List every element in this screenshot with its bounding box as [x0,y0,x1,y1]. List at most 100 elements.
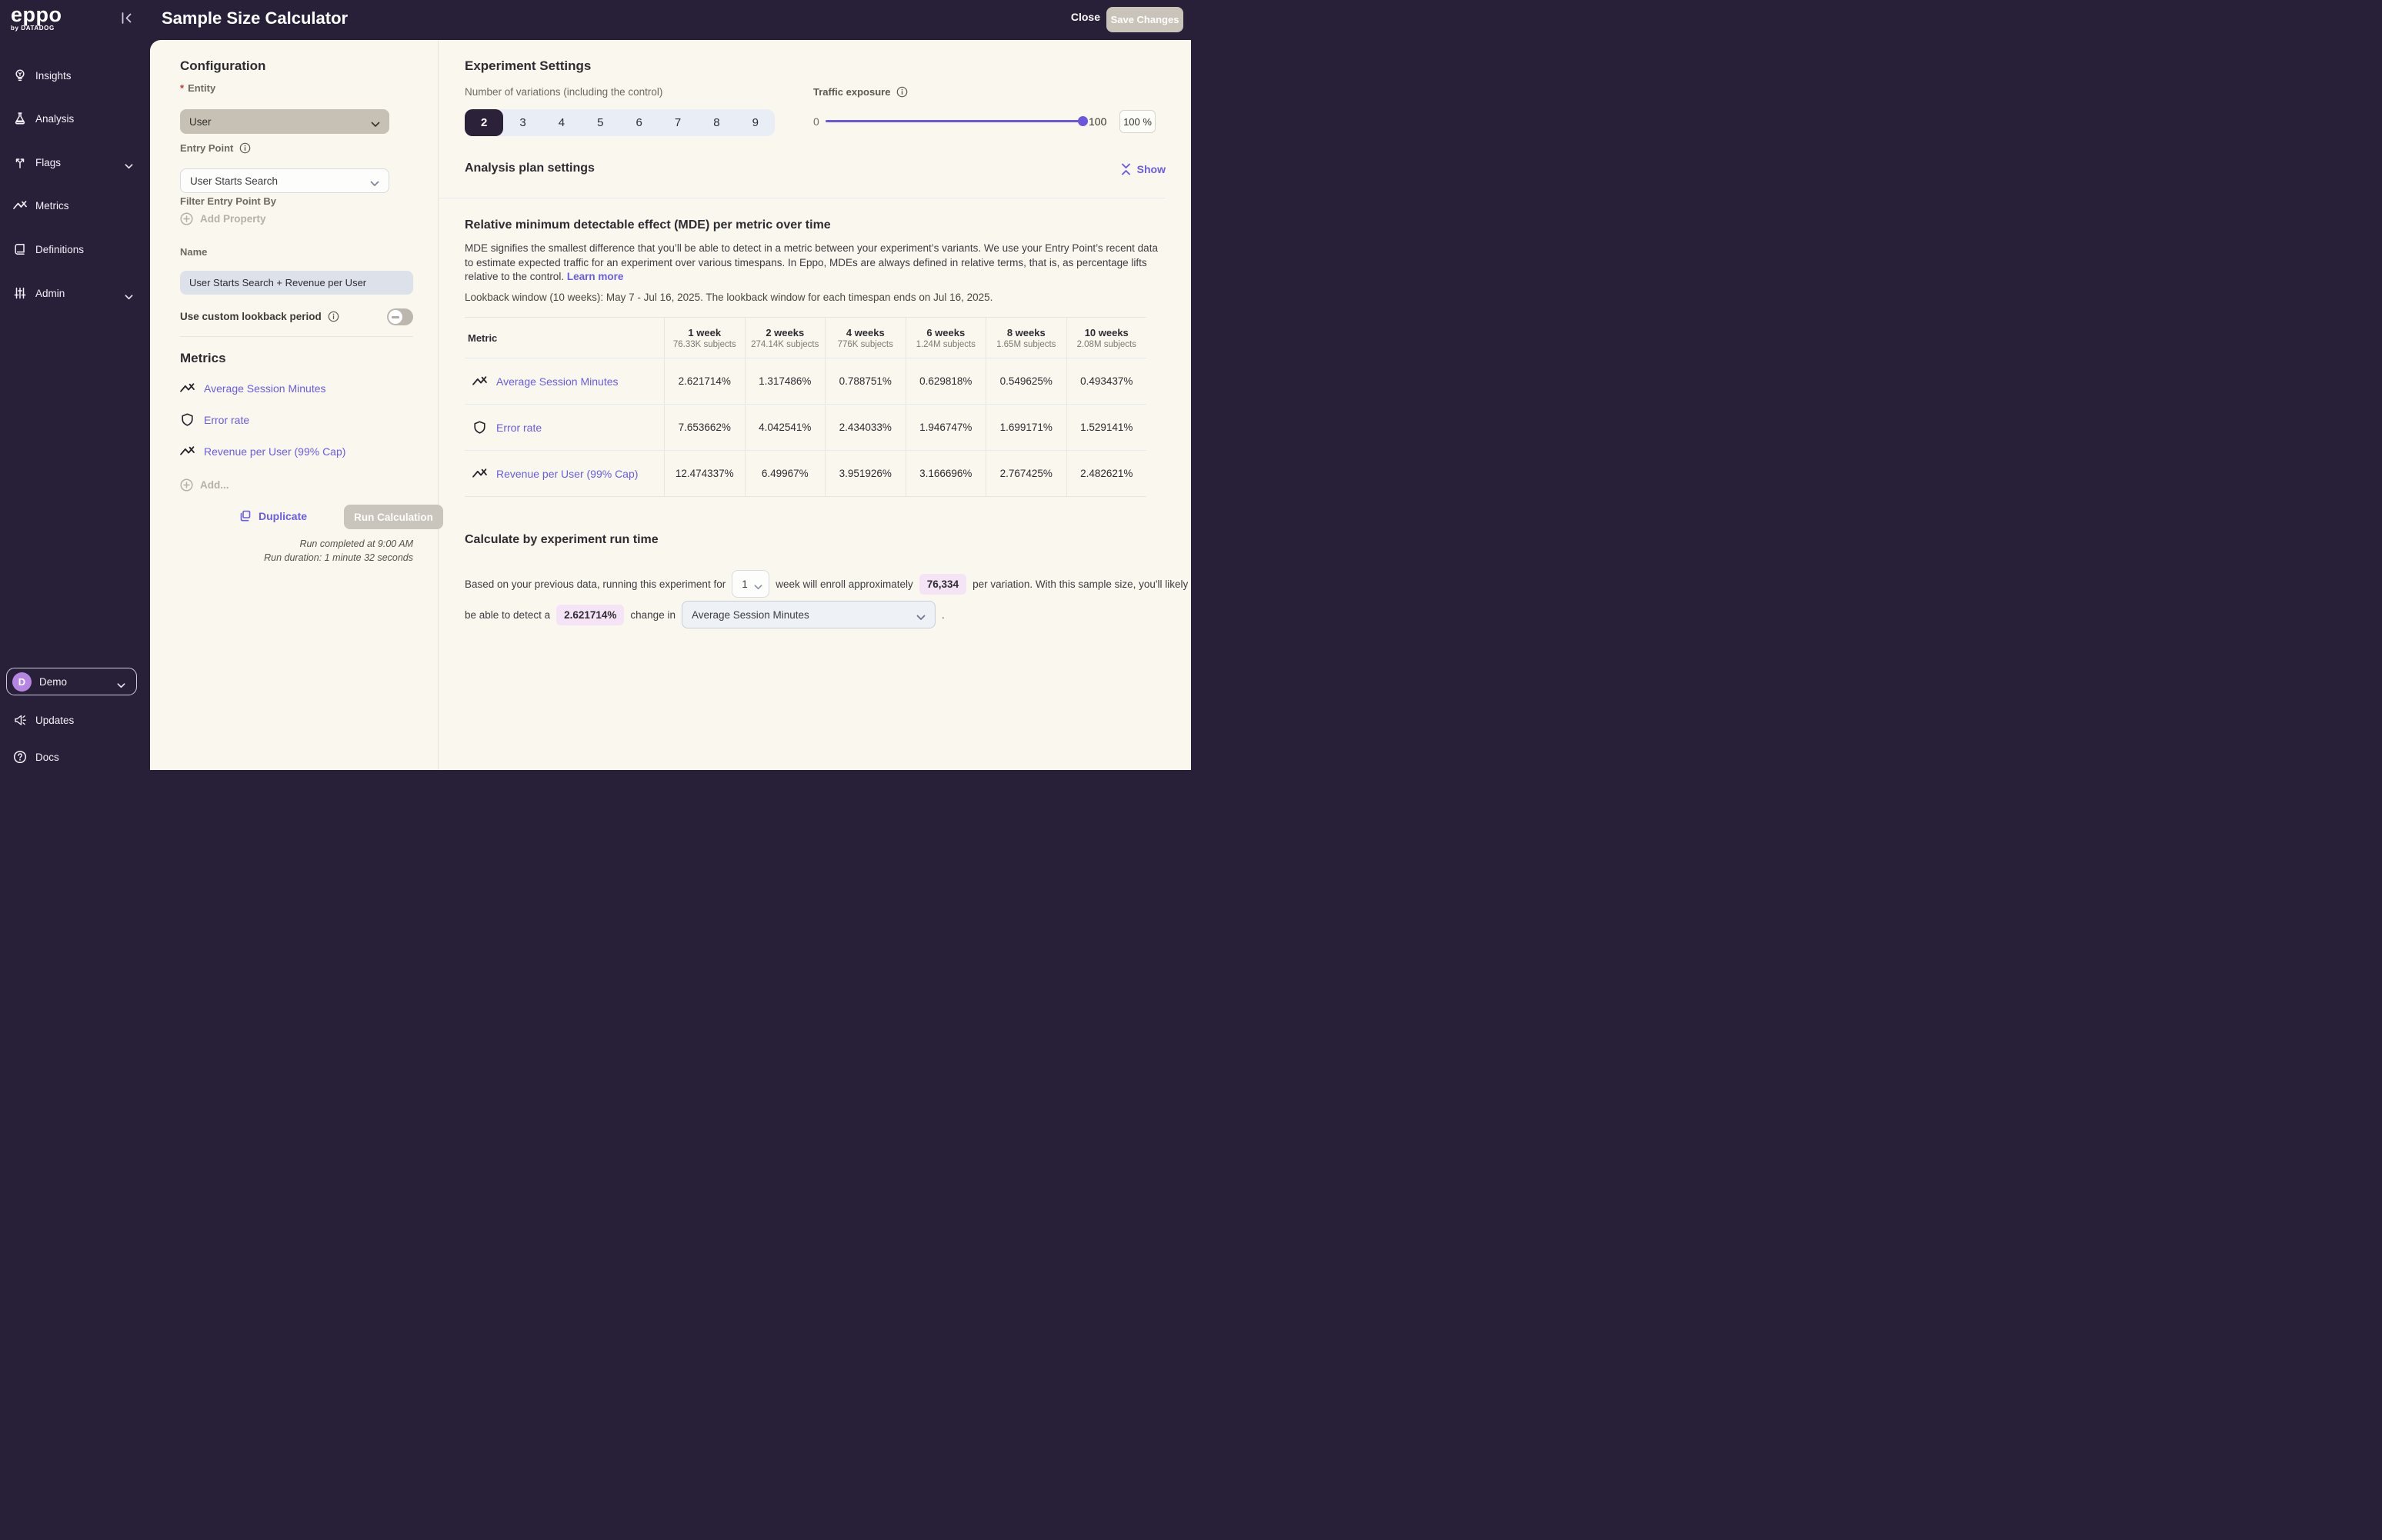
mde-value: 2.482621% [1066,451,1147,496]
experiment-settings-title: Experiment Settings [465,58,591,74]
run-duration-note: Run duration: 1 minute 32 seconds [180,552,413,563]
variation-option-4[interactable]: 4 [542,109,581,136]
runtime-metric-select[interactable]: Average Session Minutes [682,601,936,628]
close-button[interactable]: Close [1071,11,1100,23]
book-icon [13,242,27,256]
variation-option-3[interactable]: 3 [503,109,542,136]
slider-min-label: 0 [813,115,819,128]
custom-lookback-toggle[interactable] [387,308,413,325]
metric-link[interactable]: Average Session Minutes [465,358,664,404]
entity-select[interactable]: User [180,109,389,134]
sidebar-item-definitions[interactable]: Definitions [0,238,150,261]
metric-link[interactable]: Revenue per User (99% Cap) [465,451,664,496]
sidebar-item-analysis[interactable]: Analysis [0,107,150,130]
account-switcher[interactable]: D Demo [6,668,137,695]
chevron-down-icon [916,612,926,618]
sliders-icon [13,286,27,300]
chevron-down-icon [117,678,125,685]
weeks-select[interactable]: 1 [732,570,769,598]
sidebar-item-flags[interactable]: Flags [0,151,150,174]
configuration-title: Configuration [180,58,265,74]
mde-value: 7.653662% [664,405,745,450]
enrollment-value: 76,334 [919,574,966,595]
mde-value: 3.166696% [906,451,986,496]
copy-icon [239,509,252,522]
table-row-average-session-minutes: Average Session Minutes 2.621714% 1.3174… [465,358,1146,404]
sidebar-item-insights[interactable]: Insights [0,64,150,87]
variation-option-2[interactable]: 2 [465,109,503,136]
required-asterisk: * [180,82,184,94]
mde-value: 0.629818% [906,358,986,404]
mde-value: 6.49967% [745,451,826,496]
detectable-change-value: 2.621714% [556,605,624,625]
variations-segmented-control: 2 3 4 5 6 7 8 9 [465,109,775,136]
analysis-plan-title: Analysis plan settings [465,162,595,175]
variation-option-5[interactable]: 5 [581,109,619,136]
chart-line-icon [472,466,487,481]
analysis-plan-show-button[interactable]: Show [1121,163,1166,175]
mde-value: 2.767425% [986,451,1066,496]
column-header-10-weeks: 10 weeks2.08M subjects [1066,318,1147,358]
chevron-down-icon [754,581,762,587]
sidebar-item-updates[interactable]: Updates [0,708,150,732]
chevron-down-icon [371,118,380,125]
mde-table: Metric 1 week76.33K subjects 2 weeks274.… [465,317,1146,497]
plus-circle-icon [180,212,193,225]
variation-option-9[interactable]: 9 [736,109,775,136]
mde-value: 0.788751% [825,358,906,404]
flask-icon [13,112,27,125]
metric-item-average-session-minutes[interactable]: Average Session Minutes [180,381,326,395]
column-header-4-weeks: 4 weeks776K subjects [825,318,906,358]
metrics-section-title: Metrics [180,351,226,366]
entry-point-select[interactable]: User Starts Search [180,168,389,193]
runtime-section-title: Calculate by experiment run time [465,533,659,547]
mde-value: 1.699171% [986,405,1066,450]
name-input[interactable] [180,271,413,295]
filter-entry-point-label: Filter Entry Point By [180,195,276,207]
table-header-row: Metric 1 week76.33K subjects 2 weeks274.… [465,318,1146,358]
traffic-exposure-value[interactable]: 100 % [1119,110,1156,133]
metric-item-error-rate[interactable]: Error rate [180,412,249,427]
chart-line-icon [472,374,487,388]
flags-icon [13,155,27,169]
mde-section-title: Relative minimum detectable effect (MDE)… [465,218,831,232]
info-icon[interactable] [239,142,251,154]
mde-value: 0.549625% [986,358,1066,404]
variation-option-7[interactable]: 7 [659,109,697,136]
avatar: D [12,672,32,692]
metric-link[interactable]: Error rate [465,405,664,450]
mde-value: 1.529141% [1066,405,1147,450]
duplicate-button[interactable]: Duplicate [239,509,307,522]
variation-option-6[interactable]: 6 [620,109,659,136]
variation-option-8[interactable]: 8 [697,109,736,136]
eppo-logo: eppo by DATADOG [11,4,62,32]
mde-value: 12.474337% [664,451,745,496]
traffic-exposure-slider[interactable] [826,120,1083,122]
slider-thumb[interactable] [1078,116,1088,126]
sidebar-item-metrics[interactable]: Metrics [0,194,150,217]
shield-icon [180,412,195,427]
chevron-down-icon [370,178,379,185]
sidebar-item-docs[interactable]: Docs [0,745,150,768]
info-icon[interactable] [896,86,908,98]
page-title: Sample Size Calculator [162,8,348,28]
save-changes-button[interactable]: Save Changes [1106,7,1183,32]
add-property-button[interactable]: Add Property [180,212,266,225]
logo-text: eppo [11,4,62,25]
mde-value: 1.317486% [745,358,826,404]
main-area: Experiment Settings Number of variations… [439,40,1191,770]
shield-icon [472,420,487,435]
run-calculation-button[interactable]: Run Calculation [344,505,443,529]
metric-item-revenue-per-user[interactable]: Revenue per User (99% Cap) [180,444,345,458]
sidebar-collapse-icon[interactable] [119,11,136,29]
column-header-2-weeks: 2 weeks274.14K subjects [745,318,826,358]
table-row-error-rate: Error rate 7.653662% 4.042541% 2.434033%… [465,404,1146,450]
learn-more-link[interactable]: Learn more [567,271,624,282]
name-label: Name [180,246,207,258]
add-metric-button[interactable]: Add... [180,478,229,492]
sidebar-item-admin[interactable]: Admin [0,282,150,305]
table-row-revenue-per-user: Revenue per User (99% Cap) 12.474337% 6.… [465,450,1146,496]
mde-value: 2.621714% [664,358,745,404]
chart-line-icon [180,381,195,395]
megaphone-icon [13,713,27,727]
